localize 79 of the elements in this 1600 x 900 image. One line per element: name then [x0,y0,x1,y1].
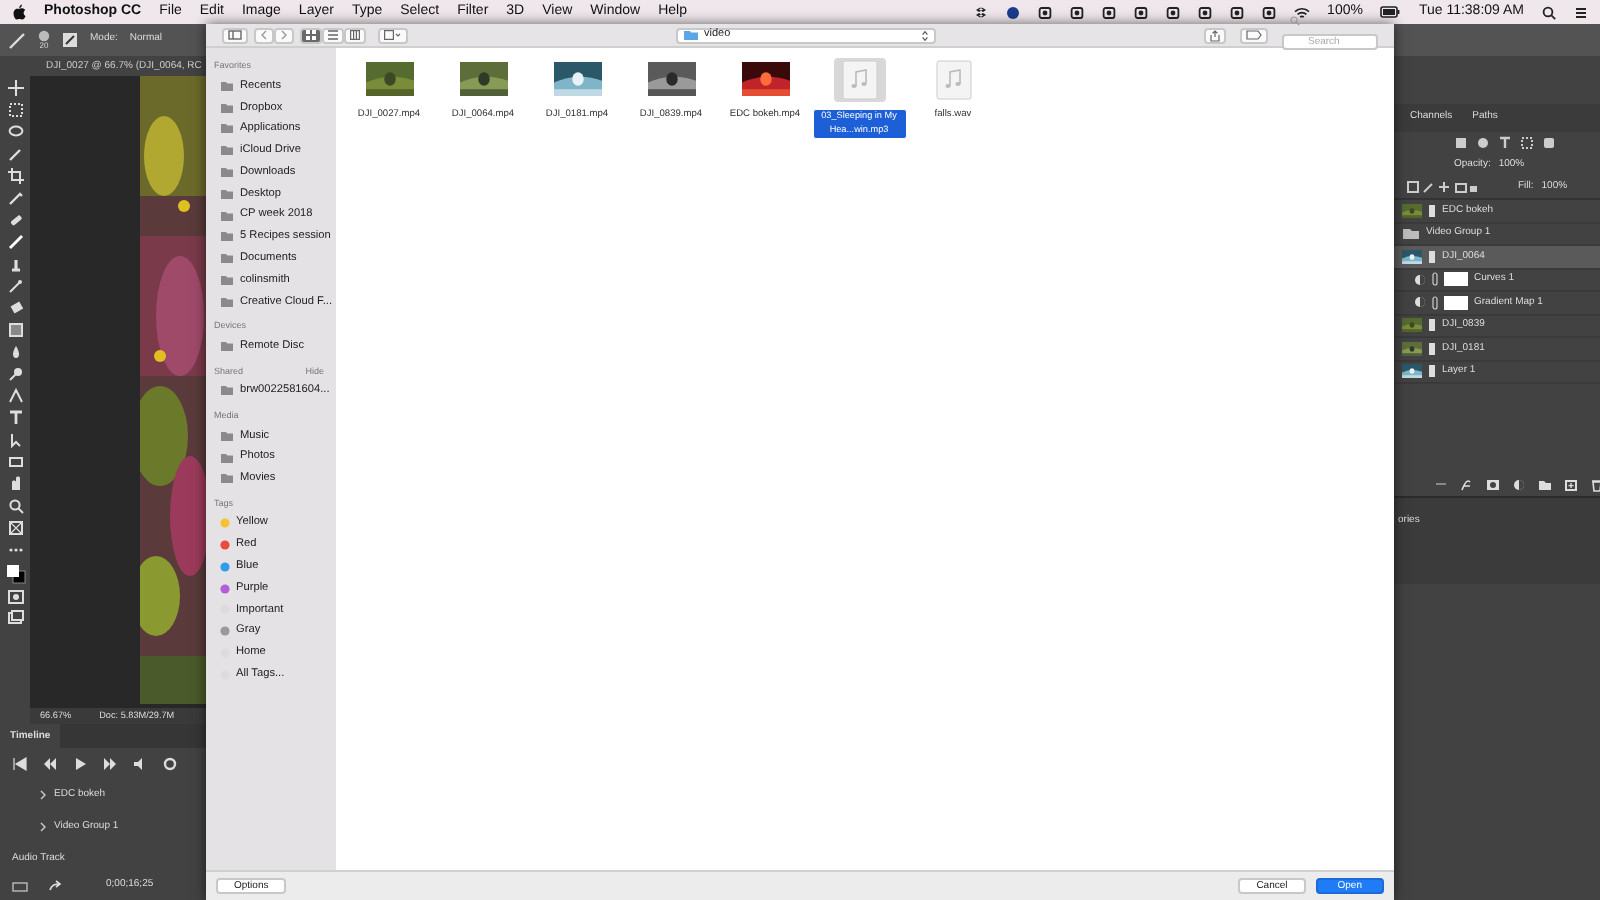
quick-mask-icon[interactable] [7,590,23,604]
screen-mode-icon[interactable] [7,610,23,624]
share-icon[interactable] [48,880,62,893]
list-icon [328,30,338,40]
dropbox-icon[interactable] [973,5,988,19]
back-button[interactable] [254,27,274,43]
tool-icon[interactable] [7,168,23,184]
layer-mask-icon [1444,295,1468,310]
folder-icon [684,30,698,40]
tool-icon[interactable] [7,410,23,426]
play-icon[interactable] [72,755,88,772]
icon-view-button[interactable] [300,27,322,43]
music-note-icon [935,60,971,100]
forward-button[interactable] [274,27,294,43]
adjustment-icon[interactable] [1512,477,1526,491]
layer-mask-icon [1444,272,1468,287]
folder-icon [220,384,234,397]
status-icon[interactable] [1133,5,1148,19]
status-icon[interactable] [1101,5,1116,19]
tool-icon[interactable] [7,388,23,404]
film-icon [1428,203,1436,218]
tool-icon[interactable] [7,278,23,294]
color-swatch-icon[interactable] [5,564,25,584]
list-view-button[interactable] [322,27,344,43]
folder-icon [220,340,234,353]
circle-icon[interactable] [1005,5,1020,19]
forward-icon[interactable] [102,755,118,772]
fx-icon[interactable] [1460,477,1474,491]
brush-icon[interactable] [8,31,26,49]
column-view-button[interactable] [344,27,366,43]
tool-icon[interactable] [7,256,23,272]
share-button[interactable] [1204,27,1226,43]
tag-button[interactable] [1240,27,1268,43]
sidebar-toggle-button[interactable] [222,27,248,43]
grid-icon [384,30,402,40]
wifi-icon[interactable] [1293,5,1310,19]
new-layer-icon[interactable] [1564,477,1578,491]
updown-icon [922,29,928,41]
columns-icon [350,30,360,40]
music-note-icon [841,60,877,100]
lock-icons[interactable] [1406,180,1478,194]
menu-icon[interactable] [1574,5,1588,19]
chevron-icon[interactable] [40,822,46,833]
brush-panel-icon[interactable] [62,32,78,48]
search-icon [1290,16,1300,26]
tool-icon[interactable] [7,520,23,536]
status-icon[interactable] [1069,5,1084,19]
audio-icon[interactable] [132,755,148,772]
file-thumbnail[interactable] [833,58,885,102]
adjustment-icon [1414,273,1426,286]
mask-icon[interactable] [1486,477,1500,491]
filter-icon[interactable] [1498,136,1512,150]
first-frame-icon[interactable] [12,755,28,772]
grid-icon [306,30,316,40]
battery-icon[interactable] [1380,6,1401,18]
chevron-icon [260,30,268,40]
tool-icon[interactable] [7,498,23,514]
status-icon[interactable] [1165,5,1180,19]
film-icon [1428,249,1436,264]
settings-icon[interactable] [162,755,178,772]
status-icon[interactable] [1197,5,1212,19]
render-icon[interactable] [12,881,28,892]
brush-tip-icon [38,30,50,42]
trash-icon[interactable] [1590,477,1600,491]
tool-icon[interactable] [7,80,23,96]
apple-icon[interactable] [12,4,26,20]
tag-icon [1246,30,1262,40]
sidebar-icon [228,30,242,40]
share-icon [1210,29,1220,41]
search-icon[interactable] [1542,5,1556,19]
status-icon[interactable] [1037,5,1052,19]
tool-icon[interactable] [7,366,23,382]
rewind-icon[interactable] [42,755,58,772]
group-menu-button[interactable] [378,27,408,43]
folder-icon[interactable] [1538,477,1552,491]
adjustment-icon [1414,296,1426,309]
chevron-icon[interactable] [40,790,46,801]
chevron-icon [280,30,288,40]
folder-icon [1402,226,1420,241]
